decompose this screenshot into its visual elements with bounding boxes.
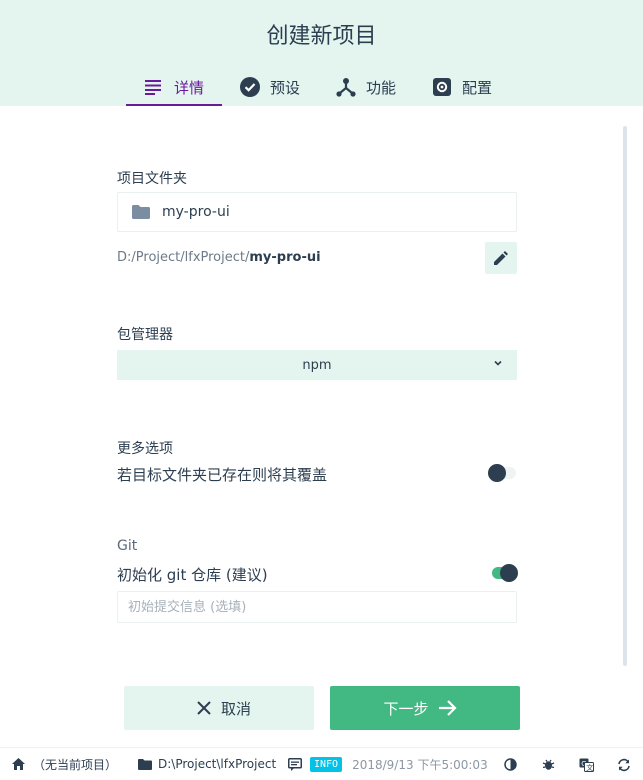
form-content: 项目文件夹 my-pro-ui D:/Project/lfxProject/my… xyxy=(0,106,643,666)
arrow-right-icon xyxy=(438,700,457,716)
tab-config-label: 配置 xyxy=(462,78,493,97)
more-options-label: 更多选项 xyxy=(117,441,173,457)
refresh-icon xyxy=(617,758,631,772)
status-bar: （无当前项目） D:\Project\lfxProject INFO 2018/… xyxy=(0,747,643,780)
tab-features-label: 功能 xyxy=(366,78,397,97)
folder-path-name: my-pro-ui xyxy=(249,250,321,265)
cwd-item[interactable]: D:\Project\lfxProject xyxy=(138,748,276,780)
log-item[interactable]: INFO 2018/9/13 下午5:00:03 xyxy=(288,748,488,780)
folder-icon xyxy=(138,758,152,770)
svg-text:文: 文 xyxy=(586,763,593,772)
tab-details[interactable]: 详情 xyxy=(126,68,223,106)
folder-value: my-pro-ui xyxy=(162,204,230,220)
folder-label: 项目文件夹 xyxy=(117,171,187,187)
folder-path-prefix: D:/Project/lfxProject/ xyxy=(117,250,250,265)
tab-config[interactable]: 配置 xyxy=(414,68,510,106)
git-init-toggle[interactable] xyxy=(488,564,518,582)
current-project-label: （无当前项目） xyxy=(33,757,118,772)
settings-icon xyxy=(432,77,452,97)
log-timestamp: 2018/9/13 下午5:00:03 xyxy=(352,757,488,772)
header: 创建新项目 详情 预设 功能 配置 xyxy=(0,0,643,106)
scrollbar[interactable] xyxy=(623,126,627,666)
next-label: 下一步 xyxy=(383,699,429,718)
pencil-icon xyxy=(494,251,508,265)
dark-mode-toggle[interactable] xyxy=(500,748,520,780)
folder-input[interactable]: my-pro-ui xyxy=(117,192,517,232)
tab-bar: 详情 预设 功能 配置 xyxy=(126,68,510,106)
current-project-item[interactable]: （无当前项目） xyxy=(12,748,117,780)
git-label: Git xyxy=(117,538,138,554)
overwrite-toggle-knob xyxy=(488,464,506,482)
overwrite-label: 若目标文件夹已存在则将其覆盖 xyxy=(117,466,328,484)
folder-path: D:/Project/lfxProject/my-pro-ui xyxy=(117,250,321,265)
refresh-button[interactable] xyxy=(614,748,634,780)
edit-path-button[interactable] xyxy=(485,242,517,274)
home-icon xyxy=(12,758,25,770)
tab-presets-label: 预设 xyxy=(270,78,301,97)
package-manager-select[interactable]: npm xyxy=(117,350,517,380)
translate-icon: G文 xyxy=(579,758,594,772)
cancel-label: 取消 xyxy=(220,699,251,718)
tab-details-label: 详情 xyxy=(174,78,205,97)
check-circle-icon xyxy=(240,77,261,97)
tab-features[interactable]: 功能 xyxy=(318,68,414,106)
device-hub-icon xyxy=(336,77,356,97)
cancel-button[interactable]: 取消 xyxy=(124,686,314,730)
git-init-label: 初始化 git 仓库 (建议) xyxy=(117,566,268,584)
chevron-down-icon xyxy=(493,357,503,372)
overwrite-toggle[interactable] xyxy=(488,464,518,482)
details-icon xyxy=(144,77,164,97)
git-init-toggle-knob xyxy=(500,564,518,582)
close-icon xyxy=(197,701,211,715)
translate-button[interactable]: G文 xyxy=(576,748,596,780)
folder-icon xyxy=(132,205,150,219)
contrast-icon xyxy=(503,758,517,771)
page-title: 创建新项目 xyxy=(266,24,377,49)
tab-presets[interactable]: 预设 xyxy=(222,68,318,106)
message-icon xyxy=(288,757,302,771)
bug-icon xyxy=(542,758,555,771)
report-bug-button[interactable] xyxy=(538,748,558,780)
next-button[interactable]: 下一步 xyxy=(330,686,520,730)
commit-message-input[interactable] xyxy=(117,591,517,623)
cwd-path: D:\Project\lfxProject xyxy=(158,757,277,771)
package-manager-value: npm xyxy=(302,357,332,373)
package-manager-label: 包管理器 xyxy=(117,327,173,343)
log-level-badge: INFO xyxy=(310,756,343,772)
